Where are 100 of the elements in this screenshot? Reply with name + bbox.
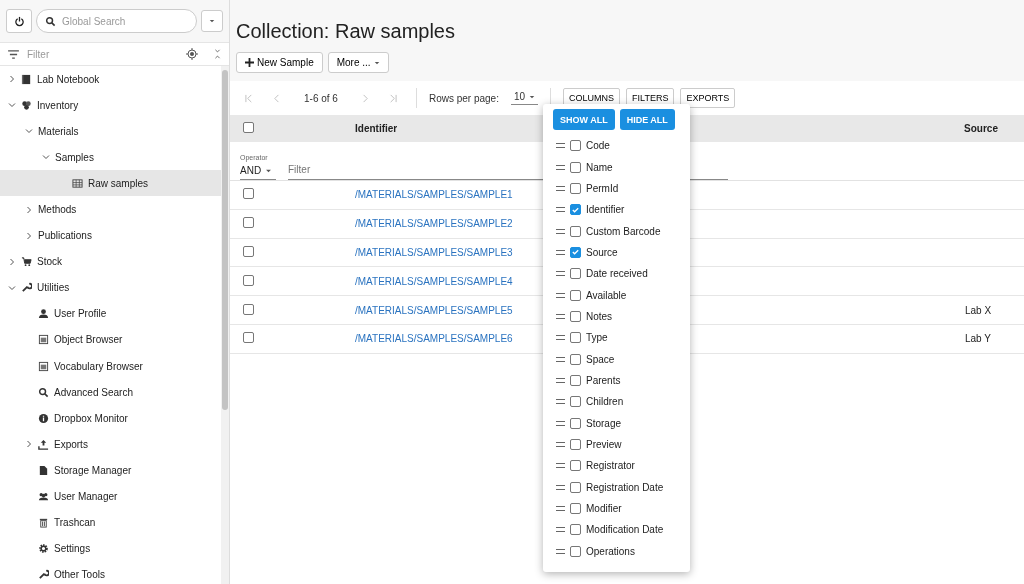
tree-item[interactable]: Samples: [0, 144, 221, 171]
row-checkbox[interactable]: [243, 303, 254, 315]
drag-handle-icon[interactable]: [556, 313, 565, 319]
column-checkbox[interactable]: [570, 182, 581, 194]
column-checkbox[interactable]: [570, 481, 581, 493]
column-checkbox[interactable]: [570, 246, 581, 258]
row-checkbox[interactable]: [243, 246, 254, 257]
tree-item[interactable]: Trashcan: [0, 509, 221, 536]
identifier-link[interactable]: /MATERIALS/SAMPLES/SAMPLE3: [355, 247, 513, 258]
row-checkbox[interactable]: [243, 217, 254, 229]
chevron-right-icon[interactable]: [25, 231, 33, 240]
column-checkbox[interactable]: [570, 310, 581, 322]
drag-handle-icon[interactable]: [556, 249, 565, 255]
tree-item[interactable]: Storage Manager: [0, 457, 221, 484]
column-checkbox[interactable]: [570, 396, 581, 408]
operator-select[interactable]: AND: [240, 165, 276, 180]
tree-item[interactable]: User Manager: [0, 483, 221, 510]
column-header[interactable]: Identifier: [355, 123, 398, 134]
drag-handle-icon[interactable]: [556, 228, 565, 234]
tree-item[interactable]: Settings: [0, 535, 221, 562]
chevron-right-icon[interactable]: [8, 257, 16, 266]
drag-handle-icon[interactable]: [556, 442, 565, 447]
drag-handle-icon[interactable]: [556, 185, 565, 191]
tree-item[interactable]: Publications: [0, 222, 221, 249]
identifier-link[interactable]: /MATERIALS/SAMPLES/SAMPLE2: [355, 218, 513, 230]
drag-handle-icon[interactable]: [556, 527, 565, 533]
tree-item[interactable]: Utilities: [0, 274, 221, 301]
identifier-link[interactable]: /MATERIALS/SAMPLES/SAMPLE6: [355, 333, 513, 345]
drag-handle-icon[interactable]: [556, 335, 565, 341]
row-checkbox[interactable]: [243, 188, 254, 200]
identifier-link[interactable]: /MATERIALS/SAMPLES/SAMPLE5: [355, 304, 513, 316]
page-range: 1-6 of 6: [304, 92, 338, 104]
tree-item[interactable]: Methods: [0, 196, 221, 223]
rows-per-page-select[interactable]: 10: [510, 91, 539, 105]
column-checkbox[interactable]: [570, 353, 581, 365]
drag-handle-icon[interactable]: [556, 420, 565, 426]
tree-item[interactable]: Object Browser: [0, 326, 221, 354]
column-header[interactable]: Source: [964, 123, 998, 134]
chevron-right-icon[interactable]: [25, 440, 33, 449]
select-all-checkbox[interactable]: [243, 122, 254, 133]
column-checkbox[interactable]: [570, 460, 581, 472]
plus-icon: [245, 58, 254, 67]
collapse-icon[interactable]: [214, 49, 221, 59]
locate-icon[interactable]: [186, 48, 198, 60]
column-checkbox[interactable]: [570, 225, 581, 237]
more-button[interactable]: More ...: [327, 52, 389, 73]
column-checkbox[interactable]: [570, 503, 581, 514]
column-checkbox[interactable]: [570, 439, 581, 450]
drag-handle-icon[interactable]: [556, 506, 565, 511]
identifier-link[interactable]: /MATERIALS/SAMPLES/SAMPLE4: [355, 275, 513, 287]
tree-item[interactable]: Materials: [0, 118, 221, 145]
column-checkbox[interactable]: [570, 161, 581, 173]
column-checkbox[interactable]: [570, 417, 581, 429]
toolbar-button[interactable]: EXPORTS: [680, 88, 736, 108]
tree-item[interactable]: Dropbox Monitor: [0, 405, 221, 432]
scrollbar-thumb[interactable]: [222, 70, 228, 410]
identifier-link[interactable]: /MATERIALS/SAMPLES/SAMPLE1: [355, 189, 513, 201]
tree-item[interactable]: User Profile: [0, 300, 221, 327]
column-option: Custom Barcode: [586, 225, 661, 237]
column-checkbox[interactable]: [570, 140, 581, 152]
tree-item[interactable]: Other Tools: [0, 561, 221, 584]
tree-item[interactable]: Raw samples: [0, 170, 221, 197]
tree-item[interactable]: Inventory: [0, 92, 221, 119]
column-checkbox[interactable]: [570, 289, 581, 301]
drag-handle-icon[interactable]: [556, 143, 565, 149]
drag-handle-icon[interactable]: [556, 399, 565, 405]
drag-handle-icon[interactable]: [556, 292, 565, 298]
tree-item[interactable]: Advanced Search: [0, 379, 221, 406]
column-checkbox[interactable]: [570, 374, 581, 386]
rows-per-page-label: Rows per page:: [428, 92, 499, 104]
tree-item[interactable]: Exports: [0, 431, 221, 458]
caret-icon: [529, 94, 536, 99]
drag-handle-icon[interactable]: [556, 164, 565, 170]
chevron-down-icon[interactable]: [25, 127, 33, 136]
drag-handle-icon[interactable]: [556, 356, 565, 362]
power-button[interactable]: [6, 9, 32, 33]
chevron-down-icon[interactable]: [42, 153, 50, 162]
drag-handle-icon[interactable]: [556, 463, 565, 469]
column-option: Preview: [586, 439, 622, 450]
tree-item[interactable]: Vocabulary Browser: [0, 353, 221, 380]
drag-handle-icon[interactable]: [556, 207, 565, 213]
chevron-right-icon[interactable]: [8, 75, 16, 84]
new-sample-button[interactable]: New Sample: [236, 52, 323, 73]
chevron-down-icon[interactable]: [8, 101, 16, 110]
drag-handle-icon[interactable]: [556, 377, 565, 383]
column-checkbox[interactable]: [570, 268, 581, 280]
column-checkbox[interactable]: [570, 545, 581, 557]
chevron-down-icon[interactable]: [8, 283, 16, 292]
tree-item[interactable]: Lab Notebook: [0, 66, 221, 93]
chevron-right-icon[interactable]: [25, 205, 33, 214]
tree-item[interactable]: Stock: [0, 248, 221, 275]
drag-handle-icon[interactable]: [556, 484, 565, 490]
user-icon: [38, 308, 49, 320]
column-checkbox[interactable]: [570, 524, 581, 536]
column-checkbox[interactable]: [570, 204, 581, 216]
drag-handle-icon[interactable]: [556, 271, 565, 277]
row-checkbox[interactable]: [243, 274, 254, 286]
row-checkbox[interactable]: [243, 332, 254, 344]
column-checkbox[interactable]: [570, 332, 581, 344]
drag-handle-icon[interactable]: [556, 548, 565, 554]
